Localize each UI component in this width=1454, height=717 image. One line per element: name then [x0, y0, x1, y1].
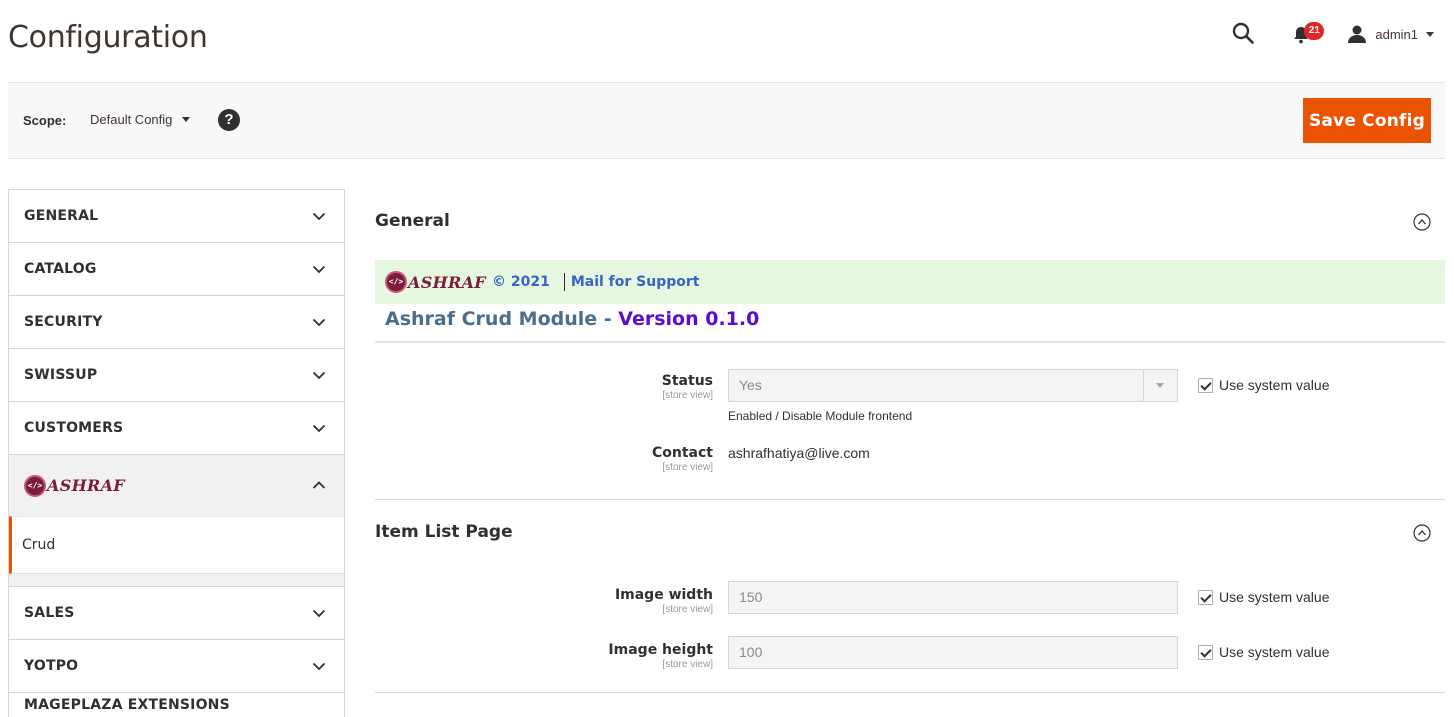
- divider: [563, 273, 565, 291]
- image-height-use-system-value[interactable]: Use system value: [1198, 644, 1329, 660]
- field-label: Image height [store view]: [608, 642, 713, 670]
- checkbox-checked-icon[interactable]: [1198, 377, 1213, 393]
- sidebar-tab-label: SWISSUP: [24, 367, 98, 383]
- image-height-label: Image height: [608, 642, 713, 658]
- chevron-up-icon: [312, 481, 326, 489]
- section-divider: [375, 692, 1445, 693]
- code-icon: </>: [24, 474, 46, 497]
- status-label: Status: [661, 373, 713, 389]
- title-dash: -: [603, 308, 612, 330]
- chevron-down-icon: [312, 265, 326, 274]
- page-title: Configuration: [8, 20, 208, 55]
- search-icon[interactable]: [1231, 21, 1257, 47]
- caret-down-icon: [182, 117, 191, 122]
- image-height-input[interactable]: 100: [728, 636, 1178, 669]
- chevron-down-icon: [312, 371, 326, 380]
- user-menu[interactable]: admin1: [1347, 24, 1434, 44]
- sidebar-tab-label: MAGEPLAZA EXTENSIONS: [24, 697, 230, 713]
- scope-value: Default Config: [90, 112, 173, 127]
- section-title: General: [375, 211, 450, 231]
- chevron-down-icon: [312, 424, 326, 433]
- use-system-label: Use system value: [1219, 377, 1330, 393]
- scope-hint: [store view]: [662, 390, 713, 401]
- module-title: Ashraf Crud Module - Version 0.1.0: [375, 304, 1445, 343]
- checkbox-checked-icon[interactable]: [1198, 644, 1213, 660]
- module-banner: </> ASHRAF © 2021 Mail for Support: [375, 260, 1445, 304]
- sidebar-tab-customers[interactable]: CUSTOMERS: [9, 401, 344, 454]
- section-item-list-header[interactable]: Item List Page: [375, 500, 1445, 562]
- section-general-header[interactable]: General: [375, 189, 1445, 251]
- save-config-button[interactable]: Save Config: [1303, 98, 1431, 143]
- scope-hint: [store view]: [662, 659, 713, 670]
- chevron-down-icon: [312, 609, 326, 618]
- sidebar-tab-ashraf[interactable]: </> ASHRAF: [9, 454, 344, 516]
- sidebar-tab-yotpo[interactable]: YOTPO: [9, 639, 344, 692]
- chevron-down-icon: [312, 662, 326, 671]
- config-main: General </> ASHRAF © 2021 Mail for Suppo…: [375, 189, 1445, 693]
- sidebar-item-crud[interactable]: Crud: [9, 516, 344, 574]
- image-width-input[interactable]: 150: [728, 581, 1178, 614]
- sidebar-tab-security[interactable]: SECURITY: [9, 295, 344, 348]
- sidebar-tab-sales[interactable]: SALES: [9, 586, 344, 639]
- mail-support-link[interactable]: Mail for Support: [571, 274, 700, 290]
- field-status: Status [store view] Yes Enabled / Disabl…: [375, 363, 1445, 443]
- notifications-button[interactable]: 21: [1291, 20, 1325, 48]
- status-value: Yes: [739, 377, 762, 393]
- field-label: Status [store view]: [662, 373, 713, 401]
- image-width-label: Image width: [614, 587, 713, 603]
- scope-hint: [store view]: [662, 462, 713, 473]
- header-actions: 21 admin1: [1231, 18, 1434, 50]
- logo-text: ASHRAF: [47, 476, 125, 495]
- sidebar-tab-label: SALES: [24, 605, 75, 621]
- chevron-down-icon: [312, 212, 326, 221]
- sidebar-tab-mageplaza[interactable]: MAGEPLAZA EXTENSIONS: [9, 692, 344, 717]
- copyright-year: © 2021: [491, 274, 550, 290]
- config-sidebar: GENERAL CATALOG SECURITY SWISSUP CUSTOME…: [8, 189, 345, 717]
- checkbox-checked-icon[interactable]: [1198, 589, 1213, 605]
- chevron-down-icon: [312, 318, 326, 327]
- field-image-width: Image width [store view] 150 Use system …: [375, 579, 1445, 634]
- dropdown-arrow-icon: [1143, 370, 1177, 401]
- status-use-system-value[interactable]: Use system value: [1198, 377, 1329, 393]
- username: admin1: [1375, 26, 1418, 42]
- logo-text: ASHRAF: [408, 272, 486, 292]
- use-system-label: Use system value: [1219, 644, 1330, 660]
- sidebar-tab-general[interactable]: GENERAL: [9, 189, 344, 242]
- sidebar-tab-catalog[interactable]: CATALOG: [9, 242, 344, 295]
- contact-value: ashrafhatiya@live.com: [728, 445, 870, 461]
- notifications-badge: 21: [1304, 22, 1325, 40]
- collapse-icon: [1413, 213, 1431, 231]
- use-system-label: Use system value: [1219, 589, 1330, 605]
- sidebar-tab-label: GENERAL: [24, 208, 99, 224]
- field-contact: Contact [store view] ashrafhatiya@live.c…: [375, 443, 1445, 499]
- collapse-icon: [1413, 524, 1431, 542]
- help-icon[interactable]: ?: [218, 109, 240, 131]
- field-image-height: Image height [store view] 100 Use system…: [375, 634, 1445, 692]
- image-width-use-system-value[interactable]: Use system value: [1198, 589, 1329, 605]
- user-icon: [1348, 25, 1367, 43]
- field-label: Contact [store view]: [652, 445, 713, 473]
- module-version: Version 0.1.0: [618, 308, 760, 330]
- module-name: Ashraf Crud Module: [385, 308, 598, 330]
- ashraf-logo: </> ASHRAF: [24, 474, 125, 497]
- sidebar-tab-label: YOTPO: [24, 658, 79, 674]
- scope-label: Scope:: [23, 113, 67, 128]
- sidebar-tab-label: SECURITY: [24, 314, 103, 330]
- sidebar-tab-swissup[interactable]: SWISSUP: [9, 348, 344, 401]
- sidebar-tab-label: CUSTOMERS: [24, 420, 124, 436]
- field-label: Image width [store view]: [615, 587, 713, 615]
- status-select[interactable]: Yes: [728, 369, 1178, 402]
- code-icon: </>: [385, 271, 407, 293]
- sidebar-tab-label: CATALOG: [24, 261, 97, 277]
- sidebar-subitems: Crud: [9, 516, 344, 586]
- section-title: Item List Page: [375, 522, 513, 542]
- scope-hint: [store view]: [662, 604, 713, 615]
- scope-switcher[interactable]: Default Config: [90, 112, 191, 127]
- contact-label: Contact: [652, 445, 713, 461]
- ashraf-logo: </> ASHRAF: [385, 271, 486, 293]
- status-note: Enabled / Disable Module frontend: [728, 409, 913, 423]
- chevron-down-icon: [1426, 31, 1434, 37]
- scope-bar: Scope: Default Config ? Save Config: [8, 82, 1445, 159]
